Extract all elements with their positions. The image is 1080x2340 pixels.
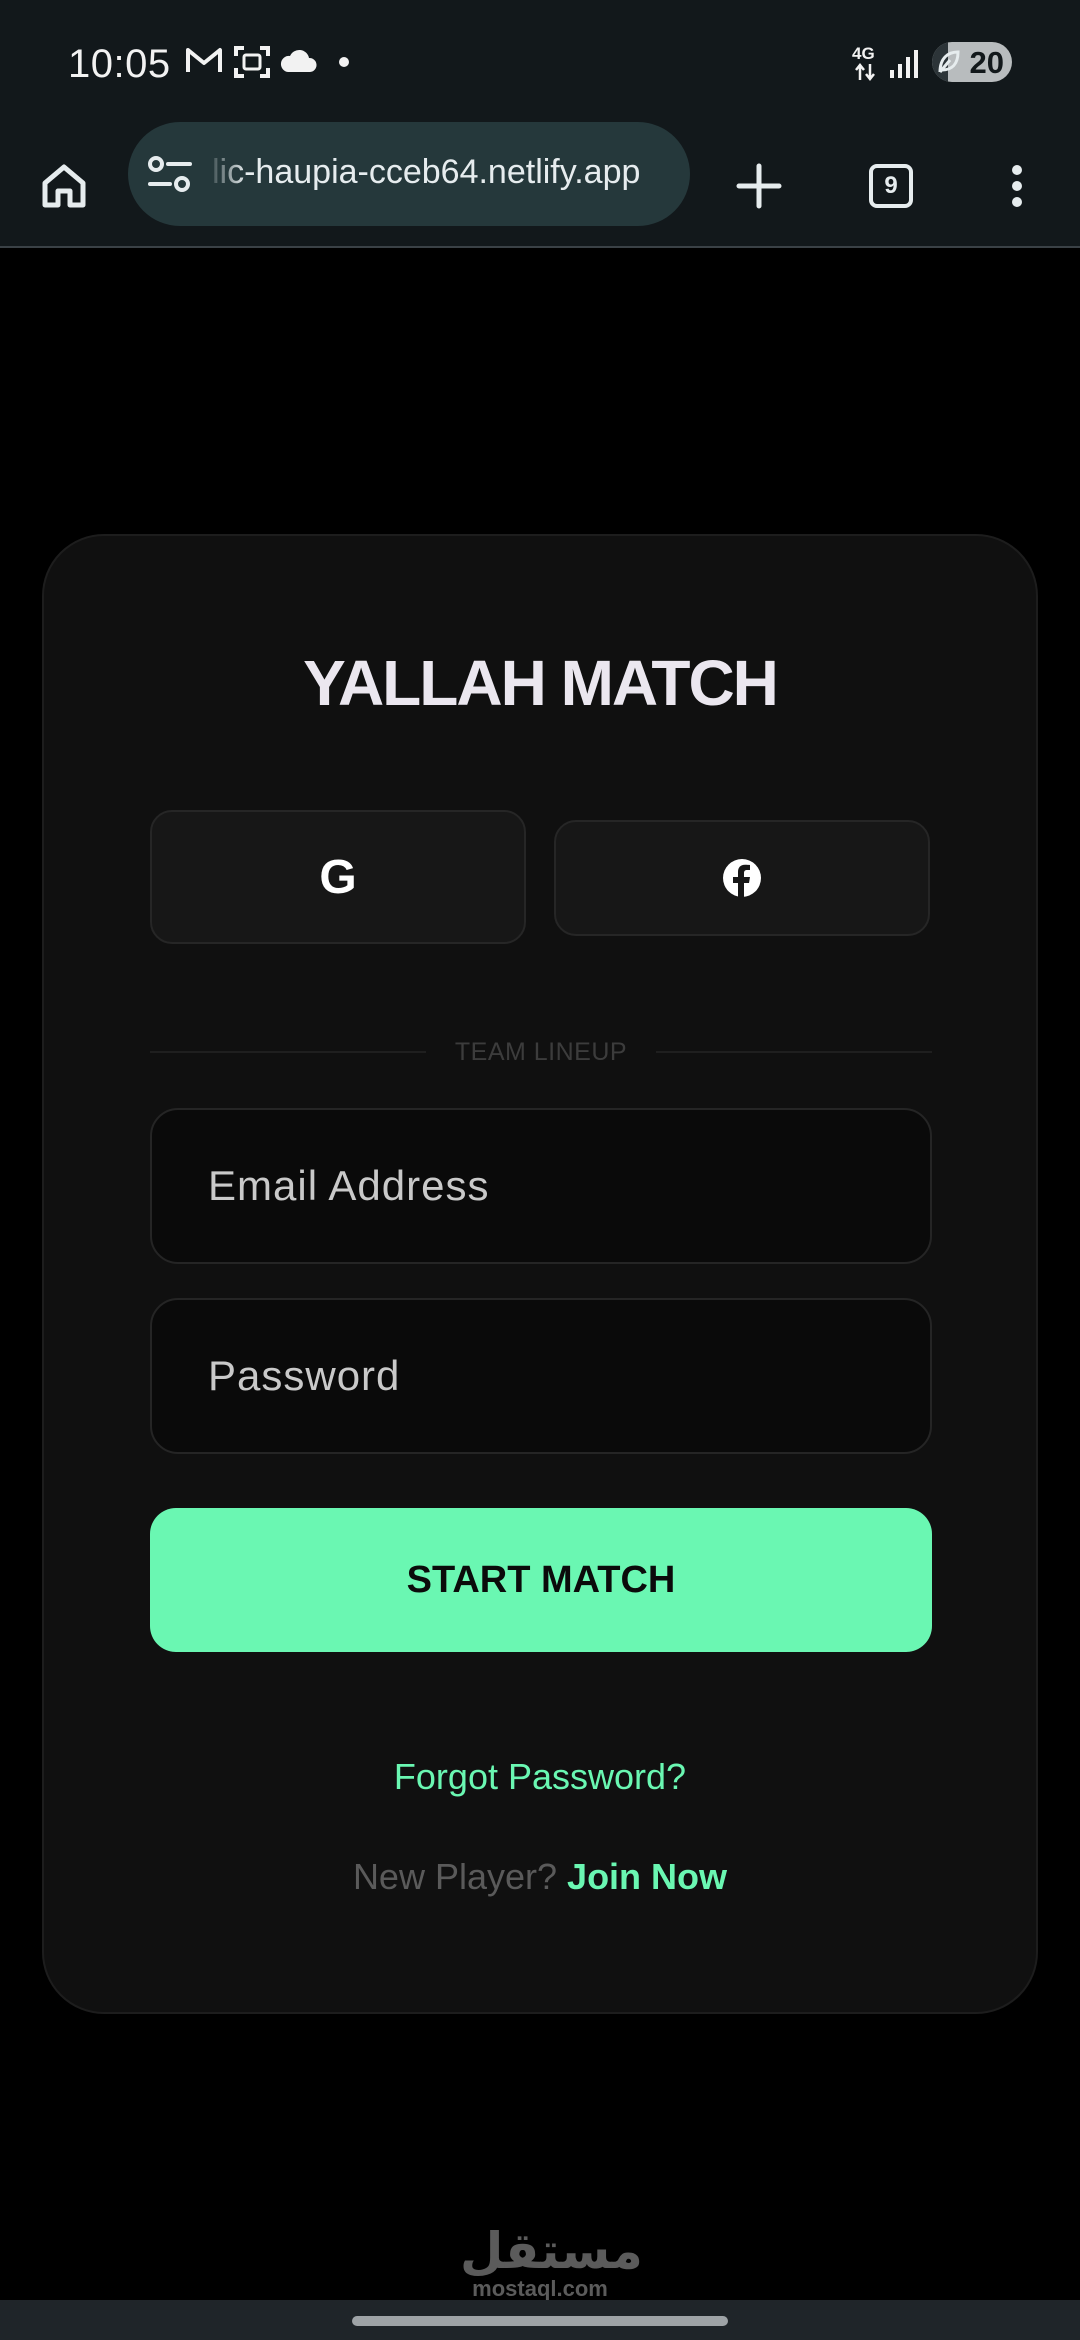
home-gesture-handle[interactable] (352, 2316, 728, 2326)
start-match-button[interactable]: START MATCH (150, 1508, 932, 1652)
more-vert-icon (1012, 165, 1022, 207)
watermark-latin: mostaql.com (472, 2276, 608, 2301)
tab-switcher-button[interactable]: 9 (847, 142, 935, 230)
url-text: lic-haupia-cceb64.netlify.app (212, 153, 641, 191)
watermark-arabic: مستقل (460, 2222, 643, 2280)
divider: TEAM LINEUP (150, 1032, 932, 1072)
cloud-icon (280, 49, 317, 72)
google-login-button[interactable]: G (150, 810, 526, 944)
facebook-icon (723, 859, 761, 898)
plus-icon (736, 163, 782, 209)
join-now-link[interactable]: Join Now (567, 1856, 727, 1897)
signup-prompt: New Player? Join Now (44, 1856, 1036, 1898)
url-fade (206, 122, 246, 226)
start-match-label: START MATCH (406, 1558, 676, 1601)
battery-level: 20 (969, 45, 1004, 80)
address-bar[interactable]: lic-haupia-cceb64.netlify.app (128, 122, 690, 226)
divider-line-right (656, 1051, 932, 1053)
email-placeholder: Email Address (208, 1162, 490, 1209)
network-indicator: 4G (850, 44, 880, 84)
google-icon: G (319, 850, 357, 904)
dot-icon (339, 57, 349, 67)
watermark-logo: مستقل mostaql.com (460, 2222, 643, 2302)
browser-toolbar: lic-haupia-cceb64.netlify.app 9 (0, 122, 1080, 248)
email-field[interactable]: Email Address (150, 1108, 932, 1264)
status-time: 10:05 (68, 42, 171, 86)
password-field[interactable]: Password (150, 1298, 932, 1454)
site-settings-icon (148, 156, 192, 192)
data-arrows-icon (855, 62, 875, 82)
new-tab-button[interactable] (715, 142, 803, 230)
home-icon (42, 164, 86, 208)
home-button[interactable] (20, 142, 108, 230)
tab-count: 9 (869, 164, 913, 208)
gmail-icon (186, 48, 222, 72)
password-placeholder: Password (208, 1352, 401, 1399)
facebook-login-button[interactable] (554, 820, 930, 936)
battery-saver-leaf-icon (938, 50, 960, 73)
menu-button[interactable] (973, 142, 1061, 230)
screenshot-icon (234, 46, 270, 78)
signup-prompt-text: New Player? (352, 1856, 558, 1897)
battery-indicator: 20 (932, 42, 1012, 82)
page-title: YALLAH MATCH (303, 647, 779, 719)
forgot-password-link[interactable]: Forgot Password? (44, 1756, 1036, 1798)
signal-icon (890, 50, 918, 78)
gesture-nav-bar (0, 2300, 1080, 2340)
login-card: YALLAH MATCH G TEAM LINEUP Email Address… (42, 534, 1038, 2014)
status-bar: 10:05 4G 20 (0, 0, 1080, 122)
network-label: 4G (852, 44, 875, 63)
